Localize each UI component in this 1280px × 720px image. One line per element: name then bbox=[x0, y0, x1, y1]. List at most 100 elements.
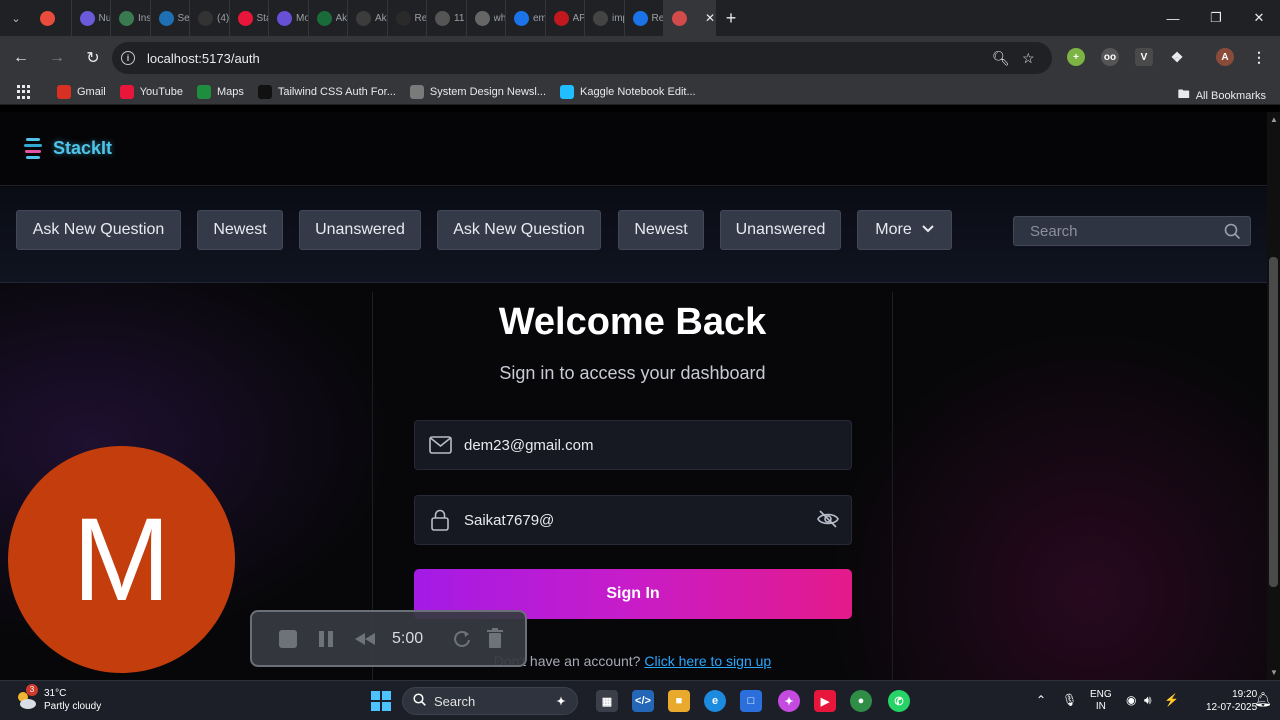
unanswered-button-2[interactable]: Unanswered bbox=[720, 210, 841, 250]
app-logo-text[interactable]: StackIt bbox=[53, 138, 112, 159]
task-view-icon[interactable]: ▦ bbox=[596, 690, 618, 712]
close-tab-icon[interactable]: ✕ bbox=[705, 11, 715, 25]
youtube-taskbar-icon[interactable]: ▶ bbox=[814, 690, 836, 712]
store-icon[interactable]: □ bbox=[740, 690, 762, 712]
volume-icon[interactable]: 🔊︎ bbox=[1144, 693, 1152, 708]
browser-tab[interactable]: em bbox=[506, 0, 546, 36]
stop-icon[interactable] bbox=[278, 629, 298, 654]
restore-button[interactable]: ❐ bbox=[1195, 0, 1237, 36]
browser-tab[interactable]: 11 bbox=[427, 0, 467, 36]
bookmark-item[interactable]: YouTube bbox=[119, 85, 183, 99]
all-bookmarks-button[interactable]: 🖿︎ All Bookmarks bbox=[1178, 85, 1266, 106]
search-icon[interactable] bbox=[1224, 223, 1241, 245]
browser-tab[interactable]: Mo bbox=[269, 0, 309, 36]
search-input[interactable] bbox=[1030, 222, 1210, 240]
weather-cloud-icon: 3 bbox=[14, 684, 38, 712]
page-scrollbar[interactable]: ▲ ▼ bbox=[1267, 112, 1280, 680]
bookmark-item[interactable]: Kaggle Notebook Edit... bbox=[560, 85, 696, 99]
browser-tab[interactable]: wh bbox=[467, 0, 506, 36]
tray-chevron-up-icon[interactable]: ⌃ bbox=[1036, 693, 1046, 707]
bookmark-item[interactable]: System Design Newsl... bbox=[409, 85, 546, 99]
browser-tab[interactable]: Re bbox=[388, 0, 427, 36]
password-input[interactable] bbox=[464, 511, 804, 529]
ask-question-button-2[interactable]: Ask New Question bbox=[437, 210, 601, 250]
whatsapp-icon[interactable]: ✆ bbox=[888, 690, 910, 712]
address-bar-row: ← → ↻ i localhost:5173/auth 🔍︎ ☆ bbox=[0, 36, 1280, 80]
pause-icon[interactable] bbox=[318, 630, 334, 653]
extension-glasses-icon[interactable]: oo bbox=[1101, 48, 1119, 66]
email-input[interactable] bbox=[464, 436, 804, 454]
trash-icon[interactable] bbox=[486, 628, 504, 655]
unanswered-button[interactable]: Unanswered bbox=[299, 210, 421, 250]
tab-search-button[interactable]: ⌄ bbox=[0, 0, 32, 36]
scrollbar-thumb[interactable] bbox=[1269, 257, 1278, 587]
zoom-icon[interactable]: 🔍︎ bbox=[992, 50, 1010, 67]
browser-tab[interactable] bbox=[32, 0, 72, 36]
url-text[interactable]: localhost:5173/auth bbox=[147, 51, 260, 66]
browser-tab[interactable]: Set bbox=[151, 0, 190, 36]
reload-button[interactable]: ↻ bbox=[77, 42, 109, 74]
browser-tab[interactable]: imp bbox=[585, 0, 625, 36]
panel-divider-right bbox=[892, 292, 893, 680]
notification-bell-icon[interactable]: 🔔︎ bbox=[1254, 691, 1272, 708]
scroll-up-arrow-icon[interactable]: ▲ bbox=[1270, 115, 1278, 124]
file-explorer-icon[interactable]: ■ bbox=[668, 690, 690, 712]
browser-tab[interactable]: Inst bbox=[111, 0, 151, 36]
more-dropdown[interactable]: More bbox=[857, 210, 952, 250]
search-box bbox=[1013, 216, 1251, 246]
newest-button-2[interactable]: Newest bbox=[618, 210, 704, 250]
copilot-badge-icon[interactable]: ✦ bbox=[550, 690, 572, 712]
battery-icon[interactable]: ⚡ bbox=[1164, 693, 1179, 707]
password-field bbox=[414, 495, 852, 545]
profile-avatar[interactable]: A bbox=[1216, 48, 1234, 66]
eye-off-icon[interactable] bbox=[817, 510, 839, 533]
browser-tab[interactable]: AP bbox=[546, 0, 585, 36]
browser-tab[interactable]: Nur bbox=[72, 0, 111, 36]
language-indicator[interactable]: ENG IN bbox=[1090, 689, 1112, 713]
extension-green-icon[interactable]: + bbox=[1067, 48, 1085, 66]
rewind-icon[interactable] bbox=[354, 632, 376, 651]
newest-button[interactable]: Newest bbox=[197, 210, 283, 250]
swirl-icon bbox=[158, 10, 174, 26]
scroll-down-arrow-icon[interactable]: ▼ bbox=[1270, 668, 1278, 677]
ask-question-button[interactable]: Ask New Question bbox=[16, 210, 181, 250]
bookmark-item[interactable]: Maps bbox=[196, 85, 244, 99]
weather-widget[interactable]: 3 31°C Partly cloudy bbox=[14, 684, 101, 713]
vscode-icon[interactable]: </> bbox=[632, 690, 654, 712]
back-button[interactable]: ← bbox=[5, 42, 37, 74]
extension-v-icon[interactable]: V bbox=[1135, 48, 1153, 66]
browser-tab[interactable]: ✕ bbox=[664, 0, 716, 36]
temperature: 31°C bbox=[44, 688, 67, 699]
edge-icon[interactable]: e bbox=[704, 690, 726, 712]
browser-menu-icon[interactable]: ⋮ bbox=[1250, 48, 1268, 66]
restart-icon[interactable] bbox=[452, 629, 472, 654]
tab-title: Inst bbox=[138, 12, 150, 24]
new-tab-button[interactable]: + bbox=[716, 8, 746, 29]
browser-tab[interactable]: (4) bbox=[190, 0, 230, 36]
tab-title: em bbox=[533, 12, 545, 24]
extensions-puzzle-icon[interactable]: ❖ bbox=[1168, 48, 1186, 66]
chrome-icon[interactable]: ● bbox=[850, 690, 872, 712]
wifi-icon[interactable]: ◉ bbox=[1126, 693, 1136, 707]
browser-tab[interactable]: Aka bbox=[309, 0, 348, 36]
close-window-button[interactable]: ✕ bbox=[1238, 0, 1280, 36]
minimize-button[interactable]: — bbox=[1152, 0, 1194, 36]
browser-tab-bar: ⌄ Nur Inst Set (4) Sta Mo Aka Aka Re 11 wh em AP imp R… bbox=[0, 0, 1280, 36]
bookmark-star-icon[interactable]: ☆ bbox=[1022, 50, 1035, 67]
tab-title: Sta bbox=[256, 12, 269, 24]
browser-tab[interactable]: Rea bbox=[625, 0, 664, 36]
signup-link[interactable]: Click here to sign up bbox=[644, 653, 771, 669]
bookmark-item[interactable]: Tailwind CSS Auth For... bbox=[257, 85, 396, 99]
tab-title: Aka bbox=[375, 12, 387, 24]
browser-tab[interactable]: Sta bbox=[230, 0, 269, 36]
windows-start-icon[interactable] bbox=[370, 690, 392, 712]
microphone-icon[interactable]: 🎙︎ bbox=[1062, 693, 1077, 707]
copilot-icon[interactable]: ✦ bbox=[778, 690, 800, 712]
apps-grid-icon[interactable] bbox=[17, 85, 31, 99]
bookmark-item[interactable]: Gmail bbox=[57, 85, 106, 99]
clock[interactable]: 19:20 12-07-2025 bbox=[1206, 688, 1257, 714]
browser-tab[interactable]: Aka bbox=[348, 0, 388, 36]
omnibox[interactable]: i localhost:5173/auth 🔍︎ ☆ bbox=[112, 42, 1052, 74]
site-info-icon[interactable]: i bbox=[121, 51, 135, 65]
forward-button[interactable]: → bbox=[41, 42, 73, 74]
